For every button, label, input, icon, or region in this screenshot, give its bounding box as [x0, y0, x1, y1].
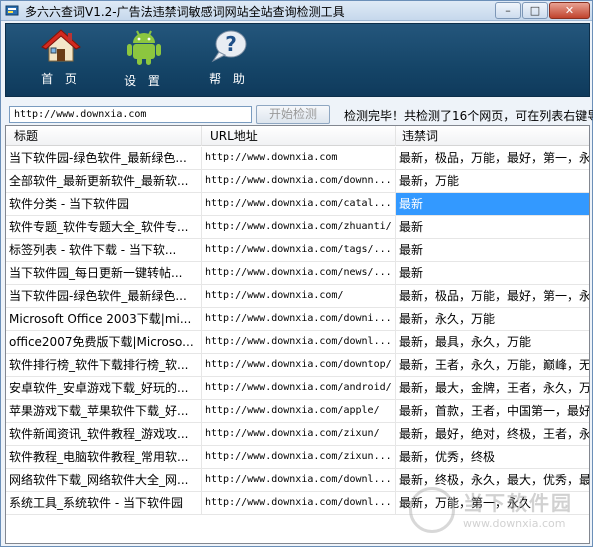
cell-title: 安卓软件_安卓游戏下载_好玩的... — [6, 377, 202, 399]
cell-words: 最新，最好，绝对，终极，王者，永久 — [396, 423, 589, 445]
question-bubble-icon: ? — [211, 30, 247, 63]
cell-words: 最新，首款，王者，中国第一，最好... — [396, 400, 589, 422]
cell-url: http://www.downxia.com/zixun... — [202, 446, 396, 468]
cell-url: http://www.downxia.com/downl... — [202, 492, 396, 514]
help-button[interactable]: ? 帮 助 — [199, 28, 259, 92]
table-row[interactable]: 当下软件园-绿色软件_最新绿色... http://www.downxia.com… — [6, 147, 589, 170]
table-row[interactable]: 网络软件下载_网络软件大全_网... http://www.downxia.com… — [6, 469, 589, 492]
cell-url: http://www.downxia.com/zixun/ — [202, 423, 396, 445]
settings-button[interactable]: 设 置 — [114, 28, 174, 92]
cell-url: http://www.downxia.com — [202, 147, 396, 169]
start-check-button[interactable]: 开始检测 — [256, 105, 330, 124]
cell-title: 全部软件_最新更新软件_最新软... — [6, 170, 202, 192]
table-row[interactable]: 软件专题_软件专题大全_软件专... http://www.downxia.com… — [6, 216, 589, 239]
cell-title: 当下软件园_每日更新一键转帖... — [6, 262, 202, 284]
cell-words: 最新，最大，金牌，王者，永久，万能 — [396, 377, 589, 399]
svg-text:?: ? — [225, 32, 237, 56]
table-row[interactable]: office2007免费版下载|Microso... http://www.dow… — [6, 331, 589, 354]
cell-title: 当下软件园-绿色软件_最新绿色... — [6, 147, 202, 169]
table-row[interactable]: 软件新闻资讯_软件教程_游戏攻... http://www.downxia.com… — [6, 423, 589, 446]
cell-title: 软件排行榜_软件下载排行榜_软... — [6, 354, 202, 376]
table-row[interactable]: 软件教程_电脑软件教程_常用软... http://www.downxia.com… — [6, 446, 589, 469]
cell-words: 最新，王者，永久，万能，巅峰，无敌 — [396, 354, 589, 376]
cell-url: http://www.downxia.com/tags/... — [202, 239, 396, 261]
results-list[interactable]: 标题 URL地址 违禁词 当下软件园-绿色软件_最新绿色... http://ww… — [5, 125, 590, 544]
cell-title: 苹果游戏下载_苹果软件下载_好... — [6, 400, 202, 422]
maximize-button[interactable]: □ — [522, 2, 548, 19]
cell-title: 软件分类 - 当下软件园 — [6, 193, 202, 215]
title-bar[interactable]: 多六六查词V1.2-广告法违禁词敏感词网站全站查询检测工具 – □ ✕ — [1, 1, 592, 21]
cell-url: http://www.downxia.com/android/ — [202, 377, 396, 399]
cell-url: http://www.downxia.com/downl... — [202, 331, 396, 353]
cell-words: 最新，极品，万能，最好，第一，永... — [396, 147, 589, 169]
help-label: 帮 助 — [209, 72, 249, 86]
house-icon — [41, 29, 81, 62]
cell-url: http://www.downxia.com/zhuanti/ — [202, 216, 396, 238]
list-header: 标题 URL地址 违禁词 — [6, 126, 589, 146]
cell-url: http://www.downxia.com/downl... — [202, 469, 396, 491]
cell-title: Microsoft Office 2003下载|mi... — [6, 308, 202, 330]
cell-url: http://www.downxia.com/catal... — [202, 193, 396, 215]
cell-words: 最新，万能，第一，永久 — [396, 492, 589, 514]
minimize-button[interactable]: – — [495, 2, 521, 19]
android-icon — [127, 30, 161, 65]
toolbar: 首 页 设 置 ? 帮 助 — [5, 23, 590, 97]
table-row[interactable]: 软件分类 - 当下软件园 http://www.downxia.com/catal… — [6, 193, 589, 216]
cell-words: 最新 — [396, 193, 589, 215]
table-row[interactable]: 当下软件园_每日更新一键转帖... http://www.downxia.com/… — [6, 262, 589, 285]
cell-title: 软件教程_电脑软件教程_常用软... — [6, 446, 202, 468]
table-row[interactable]: 系统工具_系统软件 - 当下软件园 http://www.downxia.com/… — [6, 492, 589, 515]
settings-label: 设 置 — [124, 74, 164, 88]
cell-words: 最新 — [396, 216, 589, 238]
cell-url: http://www.downxia.com/downn... — [202, 170, 396, 192]
home-label: 首 页 — [41, 72, 81, 86]
cell-title: 标签列表 - 软件下载 - 当下软... — [6, 239, 202, 261]
cell-title: 软件新闻资讯_软件教程_游戏攻... — [6, 423, 202, 445]
cell-title: 网络软件下载_网络软件大全_网... — [6, 469, 202, 491]
cell-url: http://www.downxia.com/downi... — [202, 308, 396, 330]
url-input[interactable]: http://www.downxia.com — [9, 106, 252, 123]
cell-url: http://www.downxia.com/news/... — [202, 262, 396, 284]
table-row[interactable]: 软件排行榜_软件下载排行榜_软... http://www.downxia.com… — [6, 354, 589, 377]
cell-words: 最新 — [396, 262, 589, 284]
cell-url: http://www.downxia.com/apple/ — [202, 400, 396, 422]
cell-title: 软件专题_软件专题大全_软件专... — [6, 216, 202, 238]
column-header-words[interactable]: 违禁词 — [396, 126, 589, 146]
cell-words: 最新，万能 — [396, 170, 589, 192]
result-rows: 当下软件园-绿色软件_最新绿色... http://www.downxia.com… — [6, 147, 589, 515]
window-title: 多六六查词V1.2-广告法违禁词敏感词网站全站查询检测工具 — [25, 5, 345, 19]
cell-title: 当下软件园-绿色软件_最新绿色... — [6, 285, 202, 307]
table-row[interactable]: Microsoft Office 2003下载|mi... http://www.… — [6, 308, 589, 331]
status-message: 检测完毕！共检测了16个网页，可在列表右键导 — [344, 109, 593, 123]
cell-words: 最新，最具，永久，万能 — [396, 331, 589, 353]
table-row[interactable]: 当下软件园-绿色软件_最新绿色... http://www.downxia.com… — [6, 285, 589, 308]
cell-words: 最新，极品，万能，最好，第一，永... — [396, 285, 589, 307]
table-row[interactable]: 标签列表 - 软件下载 - 当下软... http://www.downxia.c… — [6, 239, 589, 262]
close-button[interactable]: ✕ — [549, 2, 590, 19]
cell-words: 最新，永久，万能 — [396, 308, 589, 330]
cell-words: 最新，终极，永久，最大，优秀，最... — [396, 469, 589, 491]
cell-title: 系统工具_系统软件 - 当下软件园 — [6, 492, 202, 514]
table-row[interactable]: 苹果游戏下载_苹果软件下载_好... http://www.downxia.com… — [6, 400, 589, 423]
app-icon — [5, 5, 19, 16]
table-row[interactable]: 全部软件_最新更新软件_最新软... http://www.downxia.com… — [6, 170, 589, 193]
column-header-title[interactable]: 标题 — [6, 126, 202, 146]
cell-words: 最新，优秀，终极 — [396, 446, 589, 468]
table-row[interactable]: 安卓软件_安卓游戏下载_好玩的... http://www.downxia.com… — [6, 377, 589, 400]
app-window: 多六六查词V1.2-广告法违禁词敏感词网站全站查询检测工具 – □ ✕ 首 页 — [0, 0, 593, 547]
column-header-url[interactable]: URL地址 — [202, 126, 396, 146]
cell-title: office2007免费版下载|Microso... — [6, 331, 202, 353]
cell-words: 最新 — [396, 239, 589, 261]
home-button[interactable]: 首 页 — [31, 28, 91, 92]
cell-url: http://www.downxia.com/downtop/ — [202, 354, 396, 376]
cell-url: http://www.downxia.com/ — [202, 285, 396, 307]
